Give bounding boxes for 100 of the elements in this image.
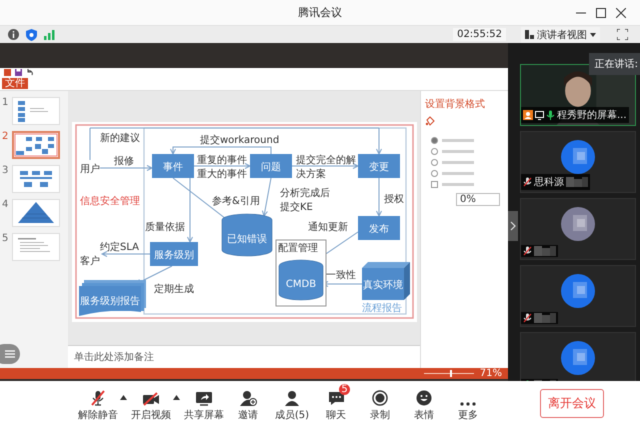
undo-icon[interactable] <box>26 69 33 76</box>
share-screen-icon <box>195 391 213 406</box>
connector-arrow <box>261 178 271 218</box>
video-tile[interactable] <box>520 198 636 260</box>
app-icon <box>4 69 11 76</box>
paint-bucket-icon[interactable] <box>425 116 435 126</box>
maximize-icon[interactable] <box>596 8 606 18</box>
connector-arrow <box>376 178 382 218</box>
save-icon[interactable] <box>15 69 22 76</box>
diagram-label: 参考&引用 <box>212 196 260 207</box>
toolbar-button[interactable]: 表情 <box>402 384 446 422</box>
pixelated-name-drawing <box>534 313 556 323</box>
diagram-label: 重复的事件 <box>196 155 246 166</box>
close-icon[interactable] <box>616 8 626 18</box>
pane-title: 设置背景格式 <box>425 98 486 111</box>
fullscreen-icon[interactable] <box>617 29 628 40</box>
slide-thumbnail[interactable] <box>12 131 60 159</box>
list-icon <box>5 350 15 358</box>
diagram-label: 新的建议 <box>100 133 140 144</box>
video-tile[interactable] <box>520 265 636 327</box>
environment-cube: 真实环境 <box>362 262 410 300</box>
collapse-handle[interactable] <box>508 211 518 241</box>
slide-number: 4 <box>2 199 10 210</box>
toolbar-button[interactable]: 聊天 5 <box>314 384 358 422</box>
smiley-icon <box>416 390 432 406</box>
slide-number: 1 <box>2 97 10 108</box>
process-box: 事件 <box>152 154 194 178</box>
slide-number: 2 <box>2 131 10 142</box>
diagram-label: 提交完全的解 <box>296 155 356 166</box>
caret-icon[interactable] <box>173 395 180 400</box>
slide-number: 3 <box>2 165 10 176</box>
diagram-label: 质量依据 <box>144 222 184 233</box>
toolbar-button[interactable]: 更多 <box>446 396 490 422</box>
person-icon <box>284 390 300 406</box>
toolbar-button[interactable]: 成员(5) <box>270 384 314 422</box>
info-icon[interactable] <box>8 29 19 40</box>
connector-arrow <box>100 251 150 257</box>
layout-icon <box>525 30 534 39</box>
toolbar-button[interactable]: 解除静音 <box>76 384 120 422</box>
process-box: 发布 <box>358 216 400 240</box>
diagram-label: 一致性 <box>326 270 356 281</box>
shield-icon[interactable] <box>26 28 37 40</box>
diagram-label: 决方案 <box>296 169 326 180</box>
avatar-drawing <box>561 341 595 375</box>
radio-button[interactable] <box>431 137 438 144</box>
avatar-drawing <box>561 274 595 308</box>
video-tile[interactable]: 思科源 <box>520 131 636 193</box>
radio-button[interactable] <box>431 159 438 166</box>
connector-arrow <box>99 165 153 171</box>
meeting-timer: 02:55:52 <box>453 28 506 41</box>
toolbar-button[interactable]: 邀请 <box>226 384 270 422</box>
diagram-label: 约定SLA <box>100 242 138 253</box>
view-button[interactable]: 演讲者视图 <box>521 26 600 42</box>
connector-arrow <box>291 163 359 169</box>
radio-button[interactable] <box>431 170 438 177</box>
checkbox[interactable] <box>431 181 438 188</box>
notes-area[interactable]: 单击此处添加备注 <box>68 345 420 368</box>
database-cylinder: 已知错误 <box>221 214 272 256</box>
list-button[interactable] <box>0 344 20 364</box>
invite-person-icon <box>240 390 256 406</box>
transparency-field[interactable]: 0% <box>456 193 500 206</box>
more-icon <box>460 402 476 406</box>
speaking-tooltip: 正在讲话: <box>588 53 640 75</box>
diagram-label: 提交KE <box>280 202 312 213</box>
caret-icon[interactable] <box>120 395 127 400</box>
window-title: 腾讯会议 <box>298 5 342 20</box>
diagram-label: 提交workaround <box>200 135 279 146</box>
file-tab[interactable]: 文件 <box>2 78 28 89</box>
diagram-label: 重大的事件 <box>196 169 246 180</box>
toolbar-button[interactable]: 开启视频 <box>129 386 173 422</box>
slide-number: 5 <box>2 233 10 244</box>
avatar-drawing <box>561 140 595 174</box>
toolbar-button[interactable]: 共享屏幕 <box>182 385 226 422</box>
zoom-level: 71% <box>480 368 502 379</box>
process-box: 问题 <box>250 154 292 178</box>
database-cylinder: CMDB <box>278 260 323 300</box>
report-documents: 服务级别报告 <box>78 280 146 316</box>
participant-name: 思科源 <box>534 176 564 189</box>
record-icon <box>372 390 388 406</box>
pixelated-name-drawing <box>534 246 556 256</box>
pixelated-name-drawing <box>566 177 588 187</box>
screen-icon <box>535 110 544 120</box>
caret-icon <box>590 32 596 36</box>
diagram-label: 授权 <box>384 194 404 205</box>
connector-arrow <box>193 163 251 169</box>
group-label: 配置管理 <box>278 243 318 254</box>
diagram-label: 报修 <box>114 156 134 167</box>
toolbar-button[interactable]: 录制 <box>358 384 402 422</box>
avatar-drawing <box>561 207 595 241</box>
diagram-label: 通知更新 <box>308 222 348 233</box>
process-box: 变更 <box>358 154 400 178</box>
video-tile[interactable] <box>520 332 636 381</box>
participant-name: 程秀野的屏幕... <box>557 108 627 122</box>
diagram-label: 流程报告 <box>362 303 402 314</box>
diagram-label: 客户 <box>80 256 100 267</box>
diagram-label: 用户 <box>80 164 100 175</box>
radio-button[interactable] <box>431 148 438 155</box>
notes-placeholder: 单击此处添加备注 <box>74 350 154 364</box>
leave-meeting-button[interactable]: 离开会议 <box>540 388 604 418</box>
unread-badge: 5 <box>339 384 350 395</box>
